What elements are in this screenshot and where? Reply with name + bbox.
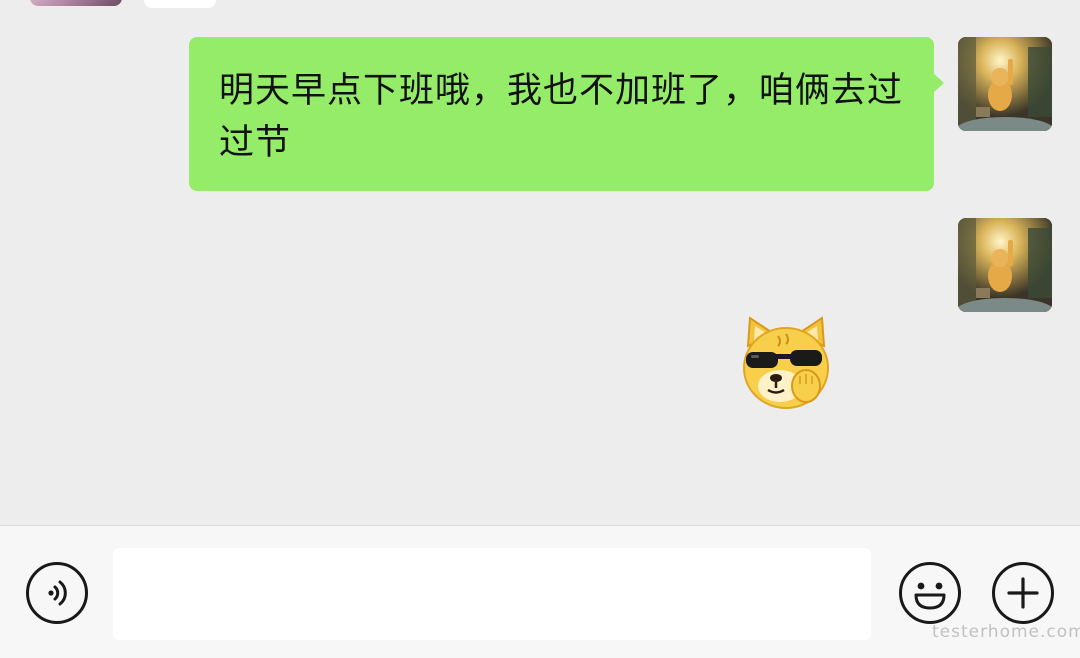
chat-input-bar xyxy=(0,525,1080,658)
bubble-tail xyxy=(932,72,944,94)
doge-sunglasses-sticker[interactable] xyxy=(738,312,834,412)
previous-message-bubble[interactable] xyxy=(144,0,216,8)
chat-message-list[interactable]: 明天早点下班哦，我也不加班了，咱俩去过过节 xyxy=(0,0,1080,525)
voice-icon[interactable] xyxy=(26,562,88,624)
contact-avatar[interactable] xyxy=(30,0,122,6)
self-avatar[interactable] xyxy=(958,218,1052,312)
message-input[interactable] xyxy=(113,548,871,640)
emoji-icon[interactable] xyxy=(899,562,961,624)
message-text: 明天早点下班哦，我也不加班了，咱俩去过过节 xyxy=(219,71,904,163)
watermark-text: testerhome.com xyxy=(932,622,1080,642)
self-avatar[interactable] xyxy=(958,37,1052,131)
message-bubble[interactable]: 明天早点下班哦，我也不加班了，咱俩去过过节 xyxy=(189,37,934,191)
plus-icon[interactable] xyxy=(992,562,1054,624)
